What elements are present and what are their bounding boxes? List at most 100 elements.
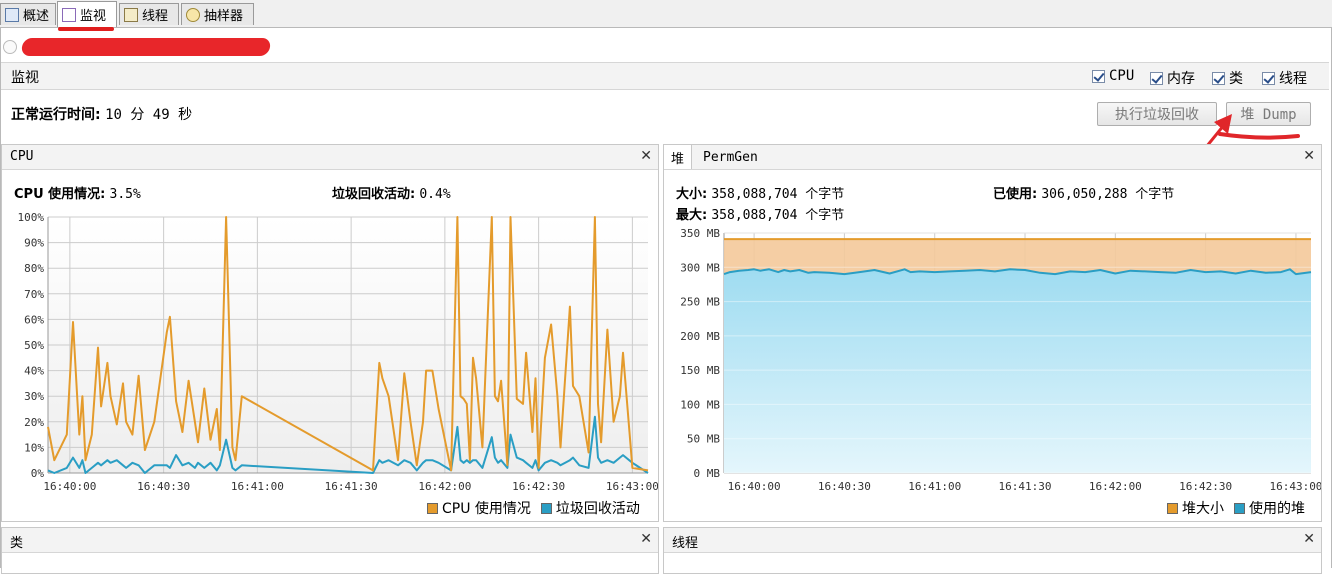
checkbox-classes[interactable]: 类: [1212, 68, 1243, 88]
checkbox-memory-box[interactable]: [1150, 71, 1163, 85]
checkbox-threads-label: 线程: [1279, 71, 1307, 87]
x-tick-label: 16:42:30: [512, 480, 565, 493]
heap-size-legend-label: 堆大小: [1182, 501, 1224, 517]
checkbox-cpu-box[interactable]: [1092, 69, 1105, 83]
heap-legend: 堆大小 使用的堆: [1167, 498, 1305, 518]
checkbox-threads[interactable]: 线程: [1262, 68, 1307, 88]
x-tick-label: 16:42:00: [418, 480, 471, 493]
perform-gc-button[interactable]: 执行垃圾回收: [1097, 102, 1217, 126]
x-tick-label: 16:41:30: [325, 480, 378, 493]
tab-monitor[interactable]: 监视: [57, 1, 117, 27]
heap-used-label: 已使用:: [993, 187, 1038, 202]
checkbox-classes-label: 类: [1229, 71, 1243, 87]
x-tick-label: 16:40:30: [818, 480, 871, 493]
threads-panel-header: 线程 ✕: [664, 528, 1321, 553]
redacted-application-name: [20, 38, 272, 56]
tab-sampler[interactable]: 抽样器: [181, 3, 254, 25]
monitor-title: 监视: [11, 70, 39, 86]
main-tab-strip: 概述 监视 线程 抽样器: [0, 0, 1332, 28]
heap-size-label: 大小:: [676, 187, 708, 202]
y-tick-label: 40%: [24, 365, 44, 378]
y-tick-label: 80%: [24, 262, 44, 275]
cpu-usage-value: 3.5%: [109, 187, 141, 202]
cpu-chart: 0% 10% 20% 30% 40% 50% 60% 70% 80% 90% 100% 16:40:0…: [18, 211, 659, 493]
y-tick-label: 100%: [18, 211, 45, 224]
close-icon[interactable]: ✕: [1303, 148, 1315, 164]
tab-permgen[interactable]: PermGen: [696, 145, 765, 169]
heap-dump-button[interactable]: 堆 Dump: [1226, 102, 1311, 126]
tab-threads-label: 线程: [142, 9, 169, 24]
heap-max-stat: 最大: 358,088,704 个字节: [676, 204, 844, 223]
used-heap-area: [724, 269, 1311, 473]
y-tick-label: 50%: [24, 339, 44, 352]
x-tick-label: 16:43:00: [606, 480, 658, 493]
overview-icon: [5, 7, 19, 22]
tab-monitor-label: 监视: [80, 9, 107, 24]
x-tick-label: 16:42:00: [1089, 480, 1142, 493]
uptime-label: 正常运行时间:: [11, 107, 101, 123]
used-heap-legend-label: 使用的堆: [1249, 501, 1305, 517]
cpu-legend-swatch: [427, 502, 438, 514]
x-tick-label: 16:40:00: [43, 480, 96, 493]
cpu-panel-header: CPU ✕: [2, 145, 658, 170]
close-icon[interactable]: ✕: [640, 531, 652, 547]
gc-activity-label: 垃圾回收活动:: [332, 187, 416, 202]
checkbox-memory-label: 内存: [1167, 71, 1195, 87]
y-tick-label: 150 MB: [680, 364, 720, 377]
x-tick-label: 16:40:30: [137, 480, 190, 493]
cpu-panel-title: CPU: [10, 149, 34, 164]
cpu-usage-stat: CPU 使用情况: 3.5%: [14, 183, 141, 202]
threads-panel-title: 线程: [672, 536, 699, 551]
checkbox-memory[interactable]: 内存: [1150, 68, 1195, 88]
uptime-value: 10 分 49 秒: [105, 107, 193, 123]
heap-chart: 0 MB 50 MB 100 MB 150 MB 200 MB 250 MB 300 MB 3…: [680, 227, 1321, 493]
x-tick-label: 16:40:00: [728, 480, 781, 493]
cpu-panel: CPU ✕ CPU 使用情况: 3.5% 垃圾回收活动: 0.4% 0% 10% 2…: [1, 144, 659, 522]
heap-size-stat: 大小: 358,088,704 个字节: [676, 183, 844, 202]
checkbox-classes-box[interactable]: [1212, 71, 1225, 85]
heap-used-value: 306,050,288 个字节: [1041, 187, 1175, 202]
cpu-usage-label: CPU 使用情况:: [14, 187, 106, 202]
close-icon[interactable]: ✕: [640, 148, 652, 164]
heap-panel-header: 堆 PermGen ✕: [664, 145, 1321, 170]
checkbox-cpu-label: CPU: [1109, 68, 1135, 84]
status-indicator-icon: [3, 40, 17, 54]
gc-activity-value: 0.4%: [419, 187, 451, 202]
y-tick-label: 200 MB: [680, 330, 720, 343]
tab-sampler-label: 抽样器: [204, 9, 244, 24]
y-tick-label: 300 MB: [680, 261, 720, 274]
classes-panel: 类 ✕: [1, 527, 659, 574]
close-icon[interactable]: ✕: [1303, 531, 1315, 547]
x-tick-label: 16:41:30: [999, 480, 1052, 493]
x-tick-label: 16:43:00: [1269, 480, 1321, 493]
y-tick-label: 50 MB: [687, 433, 720, 446]
tab-overview[interactable]: 概述: [0, 3, 56, 25]
gc-activity-stat: 垃圾回收活动: 0.4%: [332, 183, 451, 202]
uptime: 正常运行时间: 10 分 49 秒: [11, 104, 192, 124]
y-tick-label: 70%: [24, 288, 44, 301]
tab-threads[interactable]: 线程: [119, 3, 179, 25]
heap-max-label: 最大:: [676, 208, 708, 223]
y-tick-label: 0%: [31, 467, 45, 480]
checkbox-threads-box[interactable]: [1262, 71, 1275, 85]
threads-icon: [124, 7, 138, 22]
x-tick-label: 16:41:00: [908, 480, 961, 493]
checkbox-cpu[interactable]: CPU: [1092, 68, 1134, 84]
y-tick-label: 350 MB: [680, 227, 720, 240]
y-tick-label: 10%: [24, 441, 44, 454]
y-tick-label: 30%: [24, 390, 44, 403]
x-tick-label: 16:42:30: [1179, 480, 1232, 493]
heap-used-stat: 已使用: 306,050,288 个字节: [993, 183, 1174, 202]
y-tick-label: 60%: [24, 313, 44, 326]
y-tick-label: 250 MB: [680, 296, 720, 309]
tab-overview-label: 概述: [23, 9, 50, 24]
y-tick-label: 90%: [24, 237, 44, 250]
gc-legend-label: 垃圾回收活动: [555, 501, 640, 517]
heap-max-value: 358,088,704 个字节: [711, 208, 845, 223]
heap-size-value: 358,088,704 个字节: [711, 187, 845, 202]
tab-heap[interactable]: 堆: [664, 145, 693, 169]
monitor-section-header: 监视 CPU 内存 类 线程: [1, 62, 1329, 90]
monitor-chart-icon: [62, 7, 76, 22]
cpu-legend-label: CPU 使用情况: [442, 501, 531, 517]
gc-legend-swatch: [540, 502, 552, 514]
